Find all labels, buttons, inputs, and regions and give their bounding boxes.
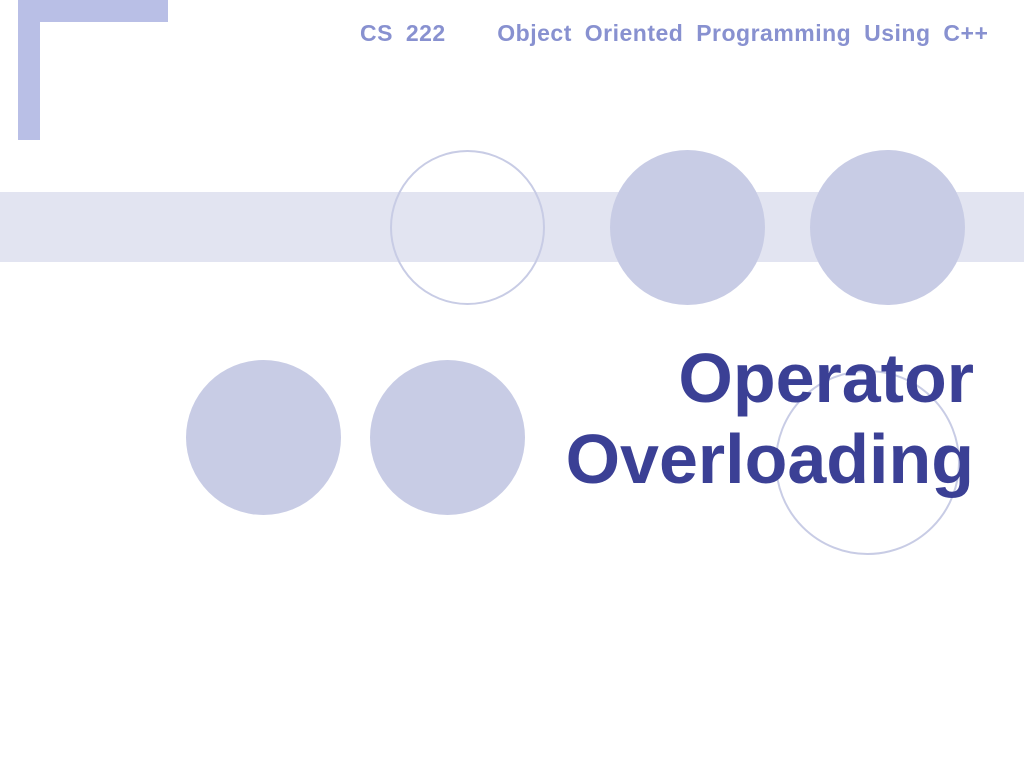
course-header: CS 222 Object Oriented Programming Using…: [360, 20, 988, 47]
title-line-2: Overloading: [566, 419, 974, 500]
decorative-circle-filled-top-1: [610, 150, 765, 305]
decorative-circle-outline-top: [390, 150, 545, 305]
decorative-circle-filled-bottom-2: [370, 360, 525, 515]
slide-title: Operator Overloading: [566, 338, 974, 499]
course-code: CS 222: [360, 20, 446, 46]
title-line-1: Operator: [566, 338, 974, 419]
decorative-circle-filled-bottom-1: [186, 360, 341, 515]
decorative-circle-filled-top-2: [810, 150, 965, 305]
corner-horizontal-bar: [18, 0, 168, 22]
course-name: Object Oriented Programming Using C++: [497, 20, 988, 46]
